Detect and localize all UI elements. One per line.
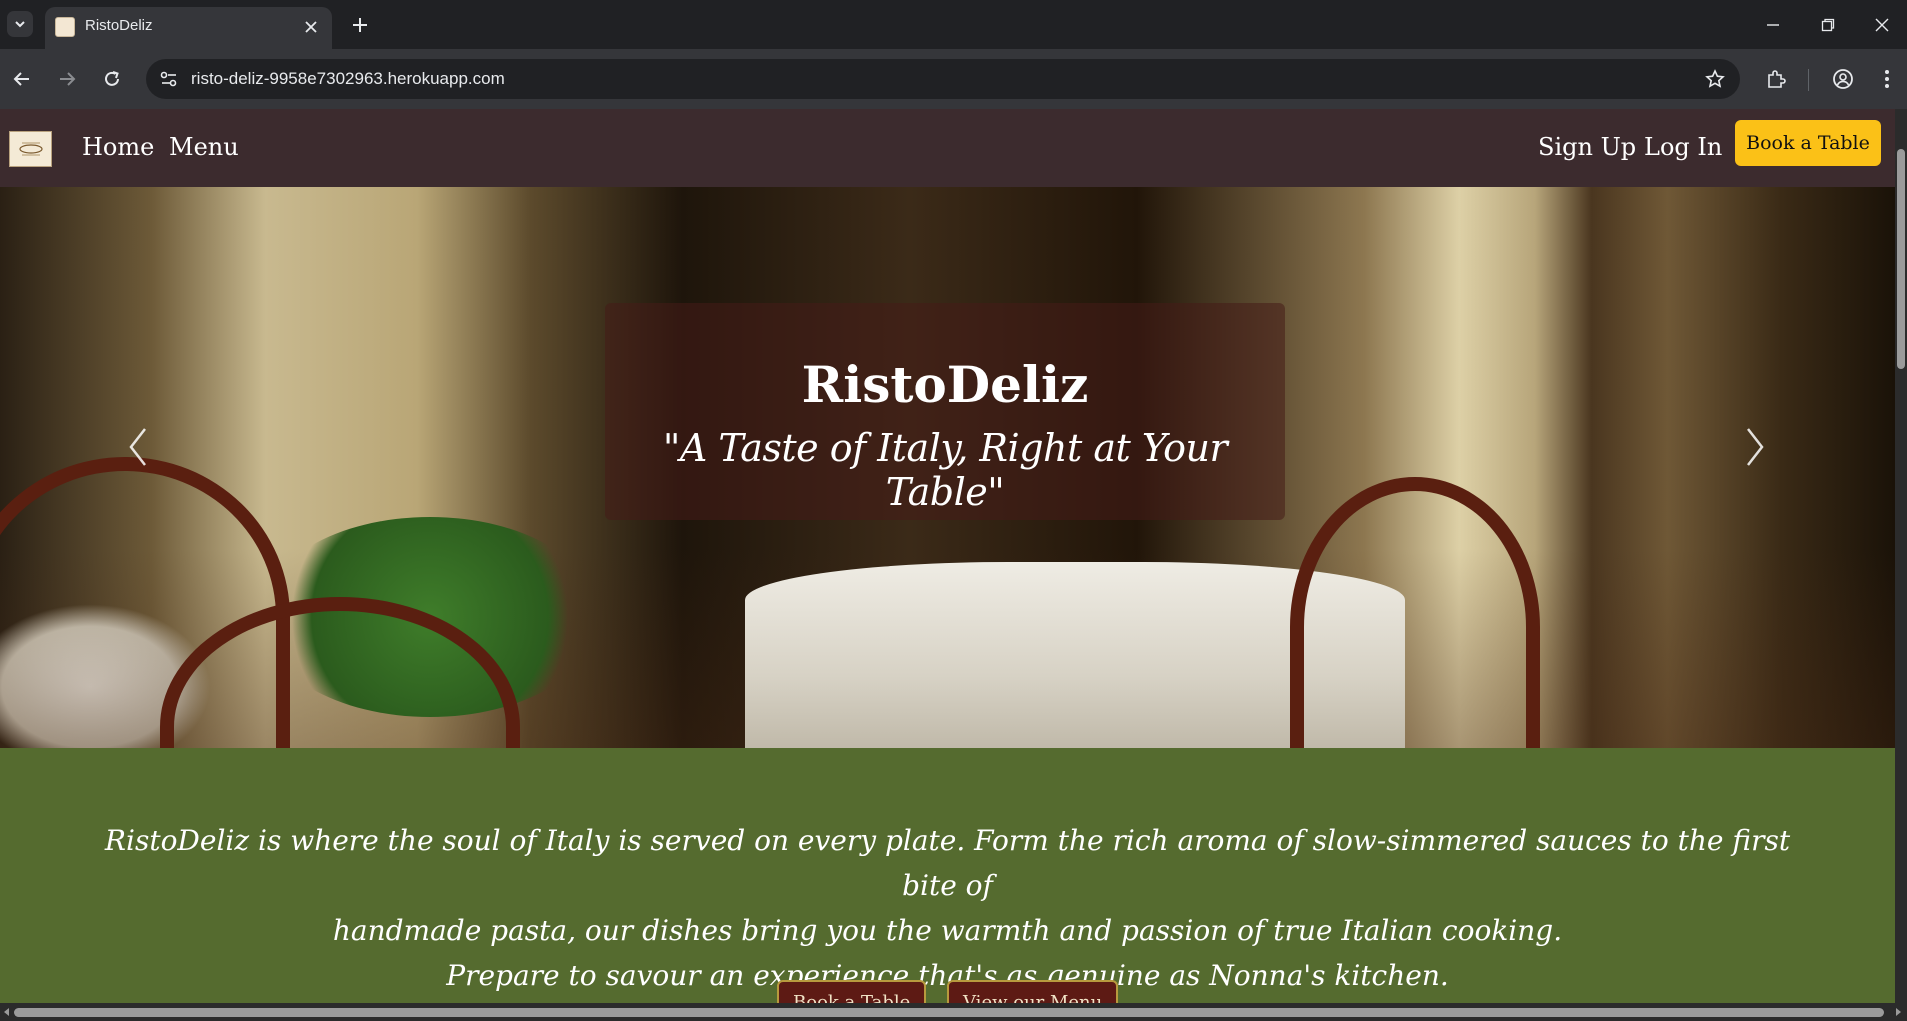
hero-title: RistoDeliz — [801, 355, 1089, 414]
horizontal-scrollbar[interactable] — [0, 1003, 1907, 1021]
url-text[interactable]: risto-deliz-9958e7302963.herokuapp.com — [191, 69, 505, 89]
browser-toolbar: risto-deliz-9958e7302963.herokuapp.com — [0, 49, 1907, 109]
carousel-next-icon[interactable] — [1735, 417, 1775, 477]
hero-tagline: "A Taste of Italy, Right at Your Table" — [662, 426, 1228, 514]
window-close-icon[interactable] — [1869, 12, 1895, 38]
reload-icon[interactable] — [98, 65, 126, 93]
address-bar[interactable]: risto-deliz-9958e7302963.herokuapp.com — [146, 59, 1740, 99]
vertical-scroll-thumb[interactable] — [1897, 149, 1905, 369]
vertical-scrollbar[interactable] — [1895, 109, 1907, 1003]
plus-icon[interactable] — [347, 12, 373, 38]
hero-carousel: RistoDeliz "A Taste of Italy, Right at Y… — [0, 187, 1895, 748]
active-tab[interactable]: RistoDeliz — [45, 7, 332, 49]
nav-link-log-in[interactable]: Log In — [1644, 133, 1722, 161]
tab-title: RistoDeliz — [85, 17, 153, 34]
hero-caption: RistoDeliz "A Taste of Italy, Right at Y… — [605, 303, 1285, 520]
more-vert-icon[interactable] — [1873, 65, 1901, 93]
intro-book-table-button[interactable]: Book a Table — [777, 980, 927, 1003]
scroll-right-icon[interactable] — [1893, 1007, 1903, 1017]
site-navbar: Home Menu Sign Up Log In Book a Table — [0, 109, 1895, 187]
scroll-left-icon[interactable] — [2, 1007, 12, 1017]
profile-icon[interactable] — [1829, 65, 1857, 93]
extensions-icon[interactable] — [1762, 65, 1790, 93]
hero-chair-right — [1290, 477, 1540, 748]
forward-arrow-icon[interactable] — [53, 65, 81, 93]
minimize-icon[interactable] — [1760, 12, 1786, 38]
horizontal-scroll-thumb[interactable] — [14, 1008, 1884, 1017]
favicon-icon — [55, 17, 75, 37]
intro-line: RistoDeliz is where the soul of Italy is… — [104, 824, 1791, 902]
nav-link-home[interactable]: Home — [82, 133, 154, 161]
intro-paragraph: RistoDeliz is where the soul of Italy is… — [80, 818, 1815, 998]
page-viewport: Home Menu Sign Up Log In Book a Table Ri… — [0, 109, 1895, 1003]
book-table-button[interactable]: Book a Table — [1735, 120, 1881, 166]
intro-line: handmade pasta, our dishes bring you the… — [332, 914, 1563, 947]
close-icon[interactable] — [300, 16, 322, 38]
back-arrow-icon[interactable] — [8, 65, 36, 93]
bookmark-star-icon[interactable] — [1704, 68, 1726, 90]
restaurant-logo[interactable] — [9, 131, 52, 167]
intro-view-menu-button[interactable]: View our Menu — [947, 980, 1119, 1003]
site-info-icon[interactable] — [158, 68, 180, 90]
tab-search-icon[interactable] — [7, 11, 33, 37]
intro-section: RistoDeliz is where the soul of Italy is… — [0, 748, 1895, 1003]
nav-link-menu[interactable]: Menu — [169, 133, 239, 161]
nav-link-sign-up[interactable]: Sign Up — [1538, 133, 1636, 161]
toolbar-divider — [1808, 69, 1809, 91]
carousel-prev-icon[interactable] — [118, 417, 158, 477]
restore-icon[interactable] — [1815, 12, 1841, 38]
browser-tab-strip: RistoDeliz — [0, 0, 1907, 49]
